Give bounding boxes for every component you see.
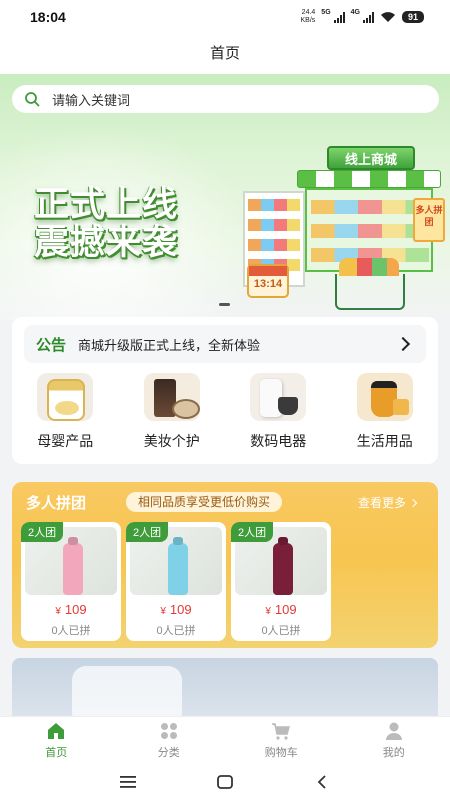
hero-banner[interactable]: 请输入关键词 正式上线 震撼来袭 线上商城 13:14 多人拼团 (0, 74, 450, 320)
currency-symbol: ¥ (265, 606, 271, 617)
net-speed-value: 24.4 (301, 9, 316, 16)
digital-appliance-image (250, 373, 307, 421)
shopping-cart-illustration (335, 274, 405, 310)
battery-icon: 91 (401, 11, 424, 23)
shop-sign: 线上商城 (327, 146, 415, 170)
category-grid: 母婴产品 美妆个护 数码电器 生活用品 (12, 373, 438, 453)
home-square-icon[interactable] (215, 772, 235, 792)
beauty-product-image (143, 373, 200, 421)
tab-home[interactable]: 首页 (0, 717, 113, 764)
system-nav-bar (0, 764, 450, 800)
category-item-daily[interactable]: 生活用品 (332, 373, 439, 453)
tab-category[interactable]: 分类 (113, 717, 226, 764)
tab-label: 我的 (382, 747, 405, 759)
thermos-image (168, 543, 188, 595)
category-icon (160, 723, 177, 739)
shop-illustration: 线上商城 13:14 多人拼团 (235, 146, 445, 316)
product-price: ¥109 (21, 602, 121, 617)
shop-awning (297, 170, 441, 188)
tab-label: 购物车 (264, 747, 298, 759)
category-item-beauty[interactable]: 美妆个护 (119, 373, 226, 453)
page-title: 首页 (0, 34, 450, 74)
price-value: 109 (64, 602, 87, 617)
wifi-icon (380, 12, 395, 22)
group-size-tag: 2人团 (126, 522, 169, 542)
currency-symbol: ¥ (160, 606, 166, 617)
thermos-image (63, 543, 83, 595)
corner-badge: 多人拼团 (413, 198, 445, 242)
daily-goods-image (356, 373, 413, 421)
clock-tag: 13:14 (247, 264, 289, 298)
group-buy-title: 多人拼团 (26, 495, 87, 512)
tab-label: 分类 (157, 747, 180, 759)
signal-label-1: 5G (321, 9, 331, 16)
product-price: ¥109 (126, 602, 226, 617)
category-label: 生活用品 (356, 433, 413, 449)
price-value: 109 (169, 602, 192, 617)
search-input[interactable]: 请输入关键词 (12, 85, 439, 113)
joined-count: 0人已拼 (51, 625, 91, 637)
group-size-tag: 2人团 (231, 522, 274, 542)
cart-icon (272, 723, 291, 740)
view-more-link[interactable]: 查看更多 (358, 494, 418, 511)
category-label: 数码电器 (250, 433, 307, 449)
group-product-card[interactable]: 2人团 ¥109 0人已拼 (126, 522, 226, 641)
status-time: 18:04 (30, 9, 66, 25)
notice-category-card: 公告 商城升级版正式上线，全新体验 母婴产品 美妆个护 数码电器 生活用品 (12, 317, 438, 464)
category-label: 美妆个护 (143, 433, 200, 449)
notice-bar[interactable]: 公告 商城升级版正式上线，全新体验 (24, 325, 426, 363)
view-more-label: 查看更多 (358, 496, 407, 510)
group-size-tag: 2人团 (21, 522, 64, 542)
tab-label: 首页 (45, 747, 68, 759)
group-product-card[interactable]: 2人团 ¥109 0人已拼 (21, 522, 121, 641)
joined-count: 0人已拼 (261, 625, 301, 637)
promo-card-partial[interactable] (12, 658, 438, 716)
product-price: ¥109 (231, 602, 331, 617)
group-buy-slogan: 相同品质享受更低价购买 (126, 492, 283, 512)
network-speed: 24.4 KB/s (301, 9, 316, 25)
group-buy-section: 多人拼团 相同品质享受更低价购买 查看更多 2人团 ¥109 0人已拼 2人团 … (12, 482, 438, 648)
notice-tag: 公告 (36, 336, 67, 354)
status-bar: 18:04 24.4 KB/s 5G 4G 91 (0, 0, 450, 34)
category-item-digital[interactable]: 数码电器 (225, 373, 332, 453)
tab-profile[interactable]: 我的 (338, 717, 450, 764)
category-label: 母婴产品 (37, 433, 94, 449)
thermos-image (273, 543, 293, 595)
notice-text: 商城升级版正式上线，全新体验 (78, 337, 261, 353)
signal-icon (333, 11, 345, 23)
price-value: 109 (274, 602, 297, 617)
category-item-baby[interactable]: 母婴产品 (12, 373, 119, 453)
banner-headline: 正式上线 震撼来袭 (34, 186, 178, 262)
signal-label-2: 4G (350, 9, 360, 16)
signal-icon-2 (362, 11, 374, 23)
search-placeholder: 请输入关键词 (52, 92, 131, 108)
joined-count: 0人已拼 (156, 625, 196, 637)
tab-cart[interactable]: 购物车 (225, 717, 338, 764)
menu-icon[interactable] (118, 772, 138, 792)
banner-headline-line1: 正式上线 (34, 185, 179, 224)
net-speed-unit: KB/s (300, 17, 316, 24)
status-icons: 24.4 KB/s 5G 4G 91 (301, 9, 424, 25)
back-icon[interactable] (312, 772, 332, 792)
baby-formula-image (37, 373, 94, 421)
group-product-card[interactable]: 2人团 ¥109 0人已拼 (231, 522, 331, 641)
chevron-right-icon (395, 336, 411, 352)
user-icon (385, 722, 402, 740)
currency-symbol: ¥ (55, 606, 61, 617)
chevron-right-icon (408, 498, 418, 508)
bottom-tab-bar: 首页 分类 购物车 我的 (0, 716, 450, 764)
home-icon (48, 723, 65, 739)
search-icon (25, 92, 40, 107)
banner-headline-line2: 震撼来袭 (34, 223, 179, 262)
banner-indicator[interactable] (219, 303, 230, 306)
